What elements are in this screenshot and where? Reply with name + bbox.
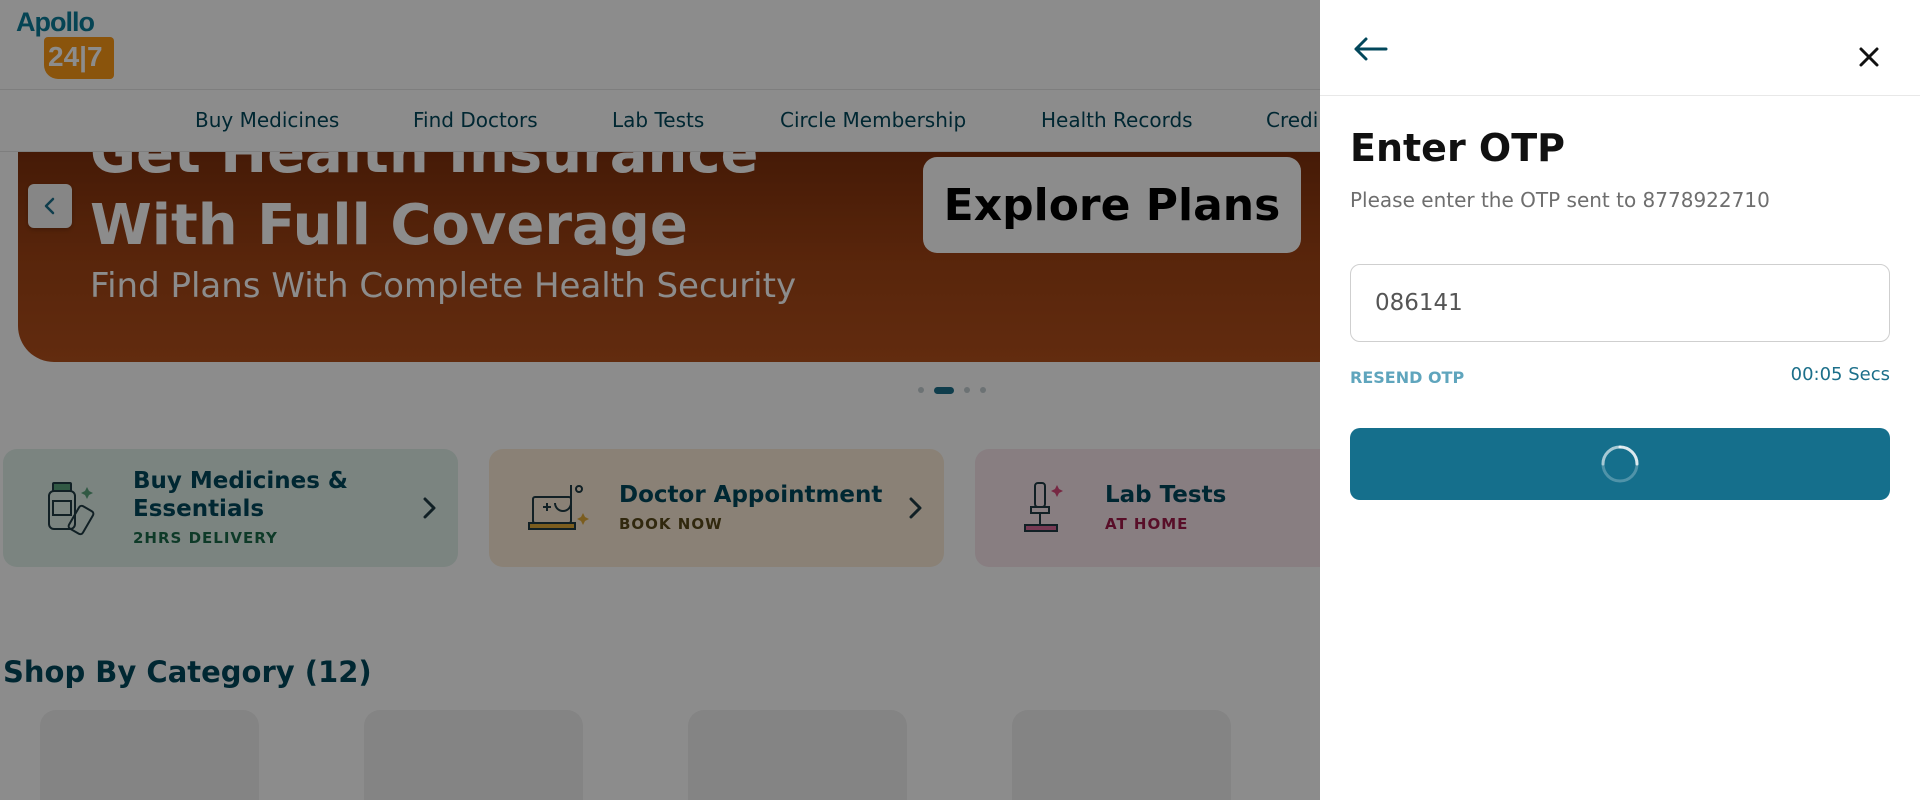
arrow-left-icon[interactable] <box>1352 34 1388 64</box>
otp-description: Please enter the OTP sent to 8778922710 <box>1350 188 1770 212</box>
close-icon[interactable] <box>1856 44 1882 70</box>
otp-title: Enter OTP <box>1350 126 1565 170</box>
drawer-header <box>1320 0 1920 96</box>
otp-timer: 00:05 Secs <box>1790 364 1890 385</box>
submit-otp-button[interactable] <box>1350 428 1890 500</box>
loading-spinner-icon <box>1601 445 1639 483</box>
otp-input[interactable] <box>1350 264 1890 342</box>
resend-otp-link[interactable]: RESEND OTP <box>1350 368 1464 387</box>
modal-backdrop[interactable] <box>0 0 1320 800</box>
otp-drawer: Enter OTP Please enter the OTP sent to 8… <box>1320 0 1920 800</box>
